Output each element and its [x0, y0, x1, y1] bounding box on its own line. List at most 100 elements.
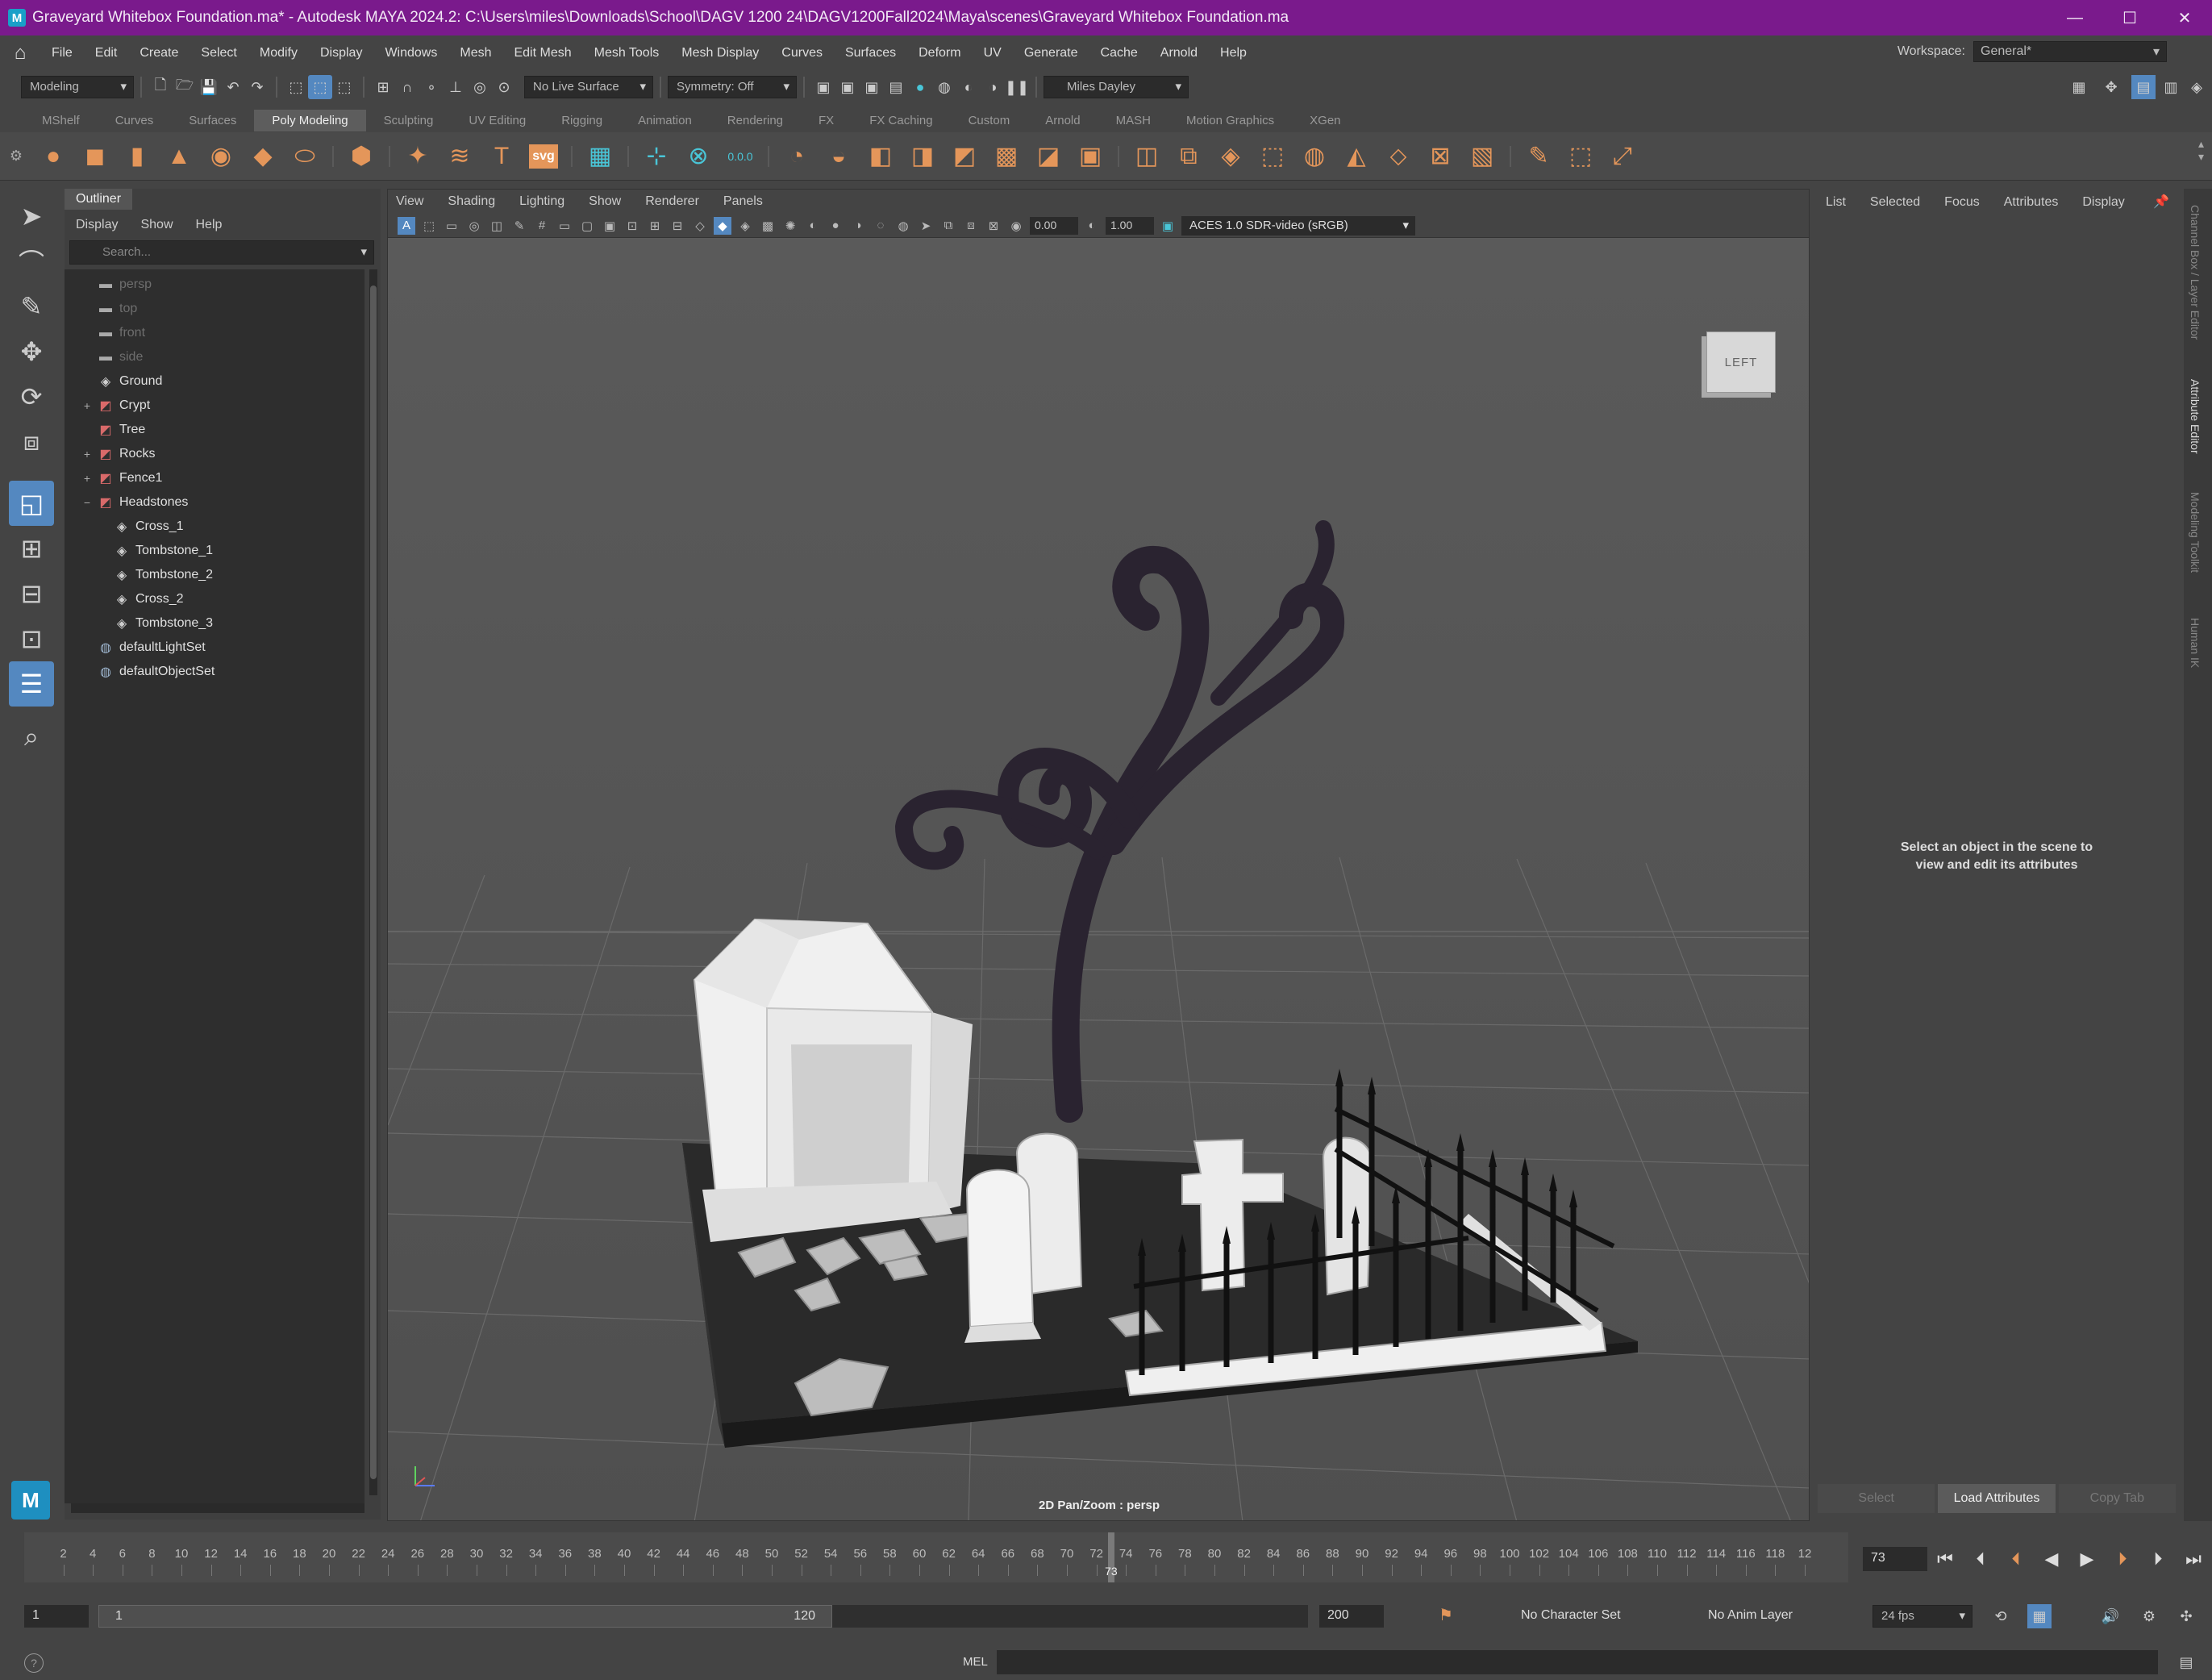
boolean-icon[interactable]: ◨ [906, 140, 939, 173]
tool-settings-icon[interactable]: ▥ [2159, 75, 2183, 99]
command-input[interactable] [997, 1650, 2158, 1674]
snap-live-icon[interactable]: ◎ [468, 75, 492, 99]
exposure-field[interactable]: 0.00 [1030, 216, 1078, 235]
outliner-item-ground[interactable]: ◈ Ground [65, 369, 365, 394]
animation-end-field[interactable]: 200 [1319, 1605, 1384, 1628]
menu-arnold[interactable]: Arnold [1149, 46, 1209, 60]
render-settings-icon[interactable]: ▤ [884, 75, 908, 99]
copy-tab-button[interactable]: Copy Tab [2058, 1484, 2176, 1513]
viewcube[interactable]: LEFT [1706, 331, 1776, 393]
sound-icon[interactable]: 🔊 [2098, 1604, 2122, 1628]
render-frame-icon[interactable]: ▣ [835, 75, 860, 99]
shelf-scroll-icon[interactable]: ▴ ▾ [2198, 137, 2204, 163]
safe-title-icon[interactable]: ⊟ [669, 217, 686, 235]
xray-components-icon[interactable]: ⊠ [985, 217, 1002, 235]
step-forward-icon[interactable]: ⏵ [2144, 1547, 2172, 1571]
motion-blur-icon[interactable]: ◑ [849, 217, 867, 235]
time-slider[interactable]: 2 4 6 8 10 12 14 16 18 20 22 24 26 28 30 32 34 36 38 40 42 44… [24, 1532, 1848, 1582]
outliner-item-tombstone-2[interactable]: ◈ Tombstone_2 [65, 563, 365, 587]
grease-pencil-icon[interactable]: ✎ [510, 217, 528, 235]
merge-icon[interactable]: ◭ [1340, 140, 1373, 173]
expand-toggle-icon[interactable]: + [79, 399, 95, 412]
outliner-search-input[interactable]: Search... [69, 240, 374, 265]
shelf-tab-sculpting[interactable]: Sculpting [366, 110, 452, 131]
tab-channel-box[interactable]: Channel Box / Layer Editor [2189, 205, 2202, 340]
connect-icon[interactable]: ⤢ [1606, 140, 1639, 173]
viewport-menu-renderer[interactable]: Renderer [645, 194, 699, 209]
shelf-tab-poly-modeling[interactable]: Poly Modeling [254, 109, 366, 131]
poke-icon[interactable]: ⊠ [1424, 140, 1456, 173]
tab-human-ik[interactable]: Human IK [2189, 618, 2202, 668]
viewport-menu-lighting[interactable]: Lighting [519, 194, 564, 209]
shelf-tab-rendering[interactable]: Rendering [710, 110, 801, 131]
extrude-icon[interactable]: ◫ [1131, 140, 1163, 173]
current-frame-field[interactable]: 73 [1863, 1547, 1927, 1571]
persp-outliner-layout-icon[interactable]: ⊟ [9, 571, 54, 616]
outliner-item-persp[interactable]: ▬ persp [65, 273, 365, 297]
select-object-icon[interactable]: ⬚ [308, 75, 332, 99]
auto-key-icon[interactable]: ⚑ [1439, 1605, 1453, 1625]
outliner-item-top[interactable]: ▬ top [65, 297, 365, 321]
outliner-item-cross-2[interactable]: ◈ Cross_2 [65, 587, 365, 611]
snap-grid-icon[interactable]: ⊞ [371, 75, 395, 99]
range-slider[interactable]: 1 120 [98, 1605, 1308, 1628]
play-backwards-icon[interactable]: ◀ [2038, 1547, 2065, 1571]
menu-uv[interactable]: UV [973, 46, 1013, 60]
load-attributes-button[interactable]: Load Attributes [1938, 1484, 2056, 1513]
shelf-tab-custom[interactable]: Custom [951, 110, 1028, 131]
multi-cut-icon[interactable]: ✎ [1523, 140, 1555, 173]
snap-value-icon[interactable]: 0.0.0 [724, 140, 756, 173]
close-icon[interactable]: ✕ [2157, 0, 2212, 35]
smooth-icon[interactable]: ◧ [864, 140, 897, 173]
bevel-icon[interactable]: ◈ [1214, 140, 1247, 173]
outliner-item-tombstone-1[interactable]: ◈ Tombstone_1 [65, 539, 365, 563]
scale-tool-icon[interactable]: ⧈ [9, 419, 54, 465]
3d-scene[interactable]: LEFT 2D Pan/Zoom : persp [388, 238, 1809, 1520]
viewport-menu-show[interactable]: Show [589, 194, 621, 209]
bridge-icon[interactable]: ⧉ [1173, 140, 1205, 173]
field-chart-icon[interactable]: ⊡ [623, 217, 641, 235]
render-view-icon[interactable]: ▣ [811, 75, 835, 99]
shelf-tab-xgen[interactable]: XGen [1292, 110, 1358, 131]
shelf-tab-rigging[interactable]: Rigging [544, 110, 620, 131]
append-icon[interactable]: ⬚ [1256, 140, 1289, 173]
menu-generate[interactable]: Generate [1013, 46, 1089, 60]
outliner-layout-icon[interactable]: ☰ [9, 661, 54, 707]
cache-playback-icon[interactable]: ▦ [2027, 1604, 2052, 1628]
depth-of-field-icon[interactable]: ◍ [894, 217, 912, 235]
maximize-icon[interactable]: ☐ [2102, 0, 2157, 35]
menu-create[interactable]: Create [128, 46, 190, 60]
bookmarks-icon[interactable]: ▭ [443, 217, 460, 235]
outliner-item-front[interactable]: ▬ front [65, 321, 365, 345]
menu-mesh-tools[interactable]: Mesh Tools [583, 46, 671, 60]
search-icon[interactable]: ⌕ [9, 715, 54, 760]
select-hierarchy-icon[interactable]: ⬚ [284, 75, 308, 99]
viewport-menu-view[interactable]: View [396, 194, 423, 209]
new-scene-icon[interactable]: 🗋 [148, 75, 173, 99]
expand-toggle-icon[interactable]: + [79, 448, 95, 461]
outliner-item-defaultobjectset[interactable]: ◍ defaultObjectSet [65, 660, 365, 684]
shelf-menu-icon[interactable]: ⚙ [0, 148, 32, 165]
single-perspective-layout-icon[interactable]: ◱ [9, 481, 54, 526]
image-plane-icon[interactable]: ◎ [465, 217, 483, 235]
resolution-gate-icon[interactable]: ▢ [578, 217, 596, 235]
menu-mesh-display[interactable]: Mesh Display [670, 46, 770, 60]
smooth-shade-icon[interactable]: ◆ [714, 216, 731, 235]
go-to-start-icon[interactable]: ⏮ [1931, 1547, 1959, 1571]
shelf-tab-fx-caching[interactable]: FX Caching [852, 110, 950, 131]
prev-key-icon[interactable]: ⏴ [2002, 1547, 2030, 1571]
attribute-tab-selected[interactable]: Selected [1870, 195, 1920, 210]
viewport-menu-panels[interactable]: Panels [723, 194, 763, 209]
arnold-ipr-icon[interactable]: ◑ [981, 75, 1005, 99]
super-shape-icon[interactable]: ✦ [402, 140, 434, 173]
arnold-render-icon[interactable]: ◍ [932, 75, 956, 99]
attribute-tab-attributes[interactable]: Attributes [2004, 195, 2059, 210]
menu-help[interactable]: Help [1209, 46, 1258, 60]
outliner-item-fence1[interactable]: + ◩ Fence1 [65, 466, 365, 490]
poly-cube-icon[interactable]: ◼ [79, 140, 111, 173]
use-all-lights-icon[interactable]: ✺ [781, 217, 799, 235]
shelf-tab-animation[interactable]: Animation [620, 110, 710, 131]
help-icon[interactable]: ? [24, 1653, 44, 1673]
shelf-tab-fx[interactable]: FX [801, 110, 852, 131]
symmetry-dropdown[interactable]: Symmetry: Off [668, 76, 797, 98]
